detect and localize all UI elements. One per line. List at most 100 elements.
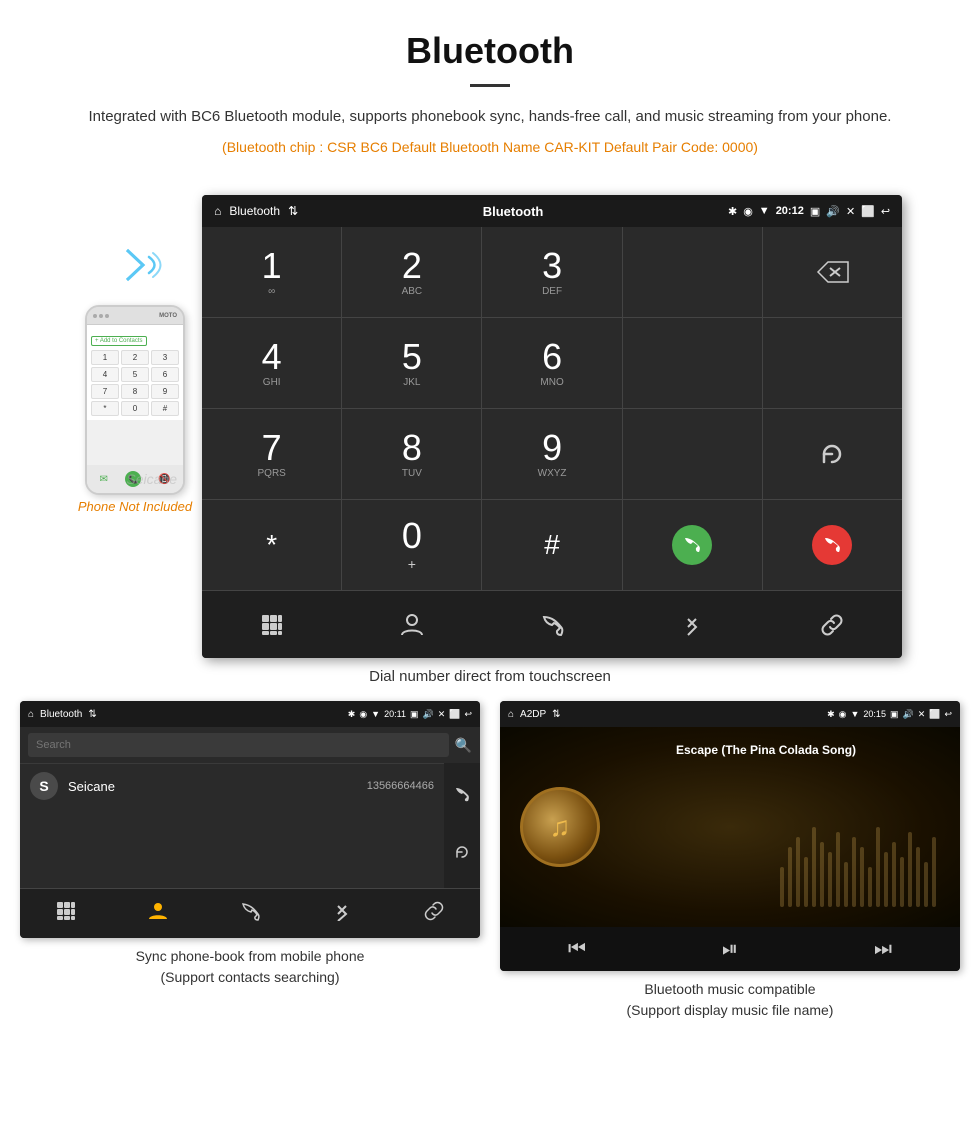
phone-msg-icon: ✉ xyxy=(100,474,108,485)
nav-grid-icon[interactable] xyxy=(260,613,284,637)
pb-back-icon[interactable]: ↩ xyxy=(464,709,472,720)
music-shot: ⌂ A2DP ⇅ ✱ ◉ ▼ 20:15 ▣ 🔊 ✕ ⬜ ↩ xyxy=(500,701,960,1021)
key-1[interactable]: 1 ∞ xyxy=(202,227,341,317)
pb-nav-grid[interactable] xyxy=(56,901,76,926)
key-1[interactable]: 1 xyxy=(91,350,119,365)
search-input[interactable] xyxy=(28,733,449,757)
key-4[interactable]: 4 xyxy=(91,367,119,382)
key-star[interactable]: * xyxy=(202,500,341,590)
prev-track-button[interactable]: ⏮ xyxy=(568,938,586,961)
pb-vol-icon[interactable]: 🔊 xyxy=(422,709,433,720)
bottom-screenshots-area: ⌂ Bluetooth ⇅ ✱ ◉ ▼ 20:11 ▣ 🔊 ✕ ⬜ ↩ xyxy=(0,701,980,1021)
pb-bt-icon: ✱ xyxy=(348,709,356,720)
key-5[interactable]: 5 xyxy=(121,367,149,382)
pb-main-content: S Seicane 13566664466 xyxy=(20,763,480,888)
key-8[interactable]: 8 xyxy=(121,384,149,399)
key-9[interactable]: 9 xyxy=(151,384,179,399)
pb-nav-phone[interactable] xyxy=(240,901,260,926)
phone-not-included-label: Phone Not Included xyxy=(78,499,192,514)
music-home-icon[interactable]: ⌂ xyxy=(508,709,514,720)
music-note-icon: ♫ xyxy=(550,811,571,843)
key-star[interactable]: * xyxy=(91,401,119,416)
call-key[interactable] xyxy=(623,500,762,590)
key-6[interactable]: 6 MNO xyxy=(482,318,621,408)
key-9[interactable]: 9 WXYZ xyxy=(482,409,621,499)
nav-phone-icon[interactable] xyxy=(540,613,564,637)
contact-number: 13566664466 xyxy=(367,780,434,792)
album-art: ♫ xyxy=(520,787,600,867)
call-icon-green xyxy=(672,525,712,565)
back-icon[interactable]: ↩ xyxy=(881,205,890,218)
music-back-icon[interactable]: ↩ xyxy=(944,709,952,720)
song-title: Escape (The Pina Colada Song) xyxy=(676,743,856,757)
music-win-icon[interactable]: ⬜ xyxy=(929,709,940,720)
status-bluetooth-label: Bluetooth xyxy=(229,204,280,218)
end-call-key[interactable] xyxy=(763,500,902,590)
phone-dot-3 xyxy=(105,314,109,318)
phonebook-shot: ⌂ Bluetooth ⇅ ✱ ◉ ▼ 20:11 ▣ 🔊 ✕ ⬜ ↩ xyxy=(20,701,480,1021)
nav-link-icon[interactable] xyxy=(820,613,844,637)
play-pause-button[interactable]: ⏯ xyxy=(722,938,738,961)
seicane-watermark: Seicane xyxy=(126,471,177,487)
key-2[interactable]: 2 xyxy=(121,350,149,365)
music-screen: ⌂ A2DP ⇅ ✱ ◉ ▼ 20:15 ▣ 🔊 ✕ ⬜ ↩ xyxy=(500,701,960,971)
volume-icon[interactable]: 🔊 xyxy=(826,205,840,218)
phone-top-bar: MOTO xyxy=(87,307,183,325)
pb-status-left: ⌂ Bluetooth ⇅ xyxy=(28,709,97,720)
phone-top-dots xyxy=(93,314,109,318)
home-icon[interactable]: ⌂ xyxy=(214,204,221,218)
key-hash[interactable]: # xyxy=(151,401,179,416)
dial-title: Bluetooth xyxy=(483,204,544,219)
key-7[interactable]: 7 xyxy=(91,384,119,399)
phone-container: MOTO + Add to Contacts 1 2 3 4 5 6 7 8 9 xyxy=(78,225,192,514)
key-4[interactable]: 4 GHI xyxy=(202,318,341,408)
dial-bottom-nav xyxy=(202,590,902,658)
delete-key[interactable] xyxy=(763,227,902,317)
key-3[interactable]: 3 DEF xyxy=(482,227,621,317)
nav-bluetooth-icon[interactable] xyxy=(680,613,704,637)
music-cam-icon[interactable]: ▣ xyxy=(890,709,899,720)
key-6[interactable]: 6 xyxy=(151,367,179,382)
pb-right-icons xyxy=(444,763,480,888)
pb-refresh-icon[interactable] xyxy=(454,844,470,865)
key-0[interactable]: 0 + xyxy=(342,500,481,590)
pb-status-bar: ⌂ Bluetooth ⇅ ✱ ◉ ▼ 20:11 ▣ 🔊 ✕ ⬜ ↩ xyxy=(20,701,480,727)
search-icon[interactable]: 🔍 xyxy=(455,737,472,754)
key-0[interactable]: 0 xyxy=(121,401,149,416)
pb-nav-link[interactable] xyxy=(424,901,444,926)
pb-close-icon[interactable]: ✕ xyxy=(438,709,446,720)
pb-nav-bt[interactable] xyxy=(332,901,352,926)
pb-call-icon[interactable] xyxy=(454,786,470,807)
pb-bottom-nav xyxy=(20,888,480,938)
key-empty-4 xyxy=(623,409,762,499)
refresh-key[interactable] xyxy=(763,409,902,499)
contact-name: Seicane xyxy=(68,779,367,794)
pb-win-icon[interactable]: ⬜ xyxy=(449,709,460,720)
key-hash[interactable]: # xyxy=(482,500,621,590)
contact-list-empty xyxy=(20,808,444,888)
keypad-area: 1 ∞ 2 ABC 3 DEF 4 GHI xyxy=(202,227,902,590)
key-7[interactable]: 7 PQRS xyxy=(202,409,341,499)
pb-cam-icon[interactable]: ▣ xyxy=(410,709,419,720)
music-close-icon[interactable]: ✕ xyxy=(918,709,926,720)
music-time: 20:15 xyxy=(863,709,886,719)
nav-person-icon[interactable] xyxy=(400,613,424,637)
window-icon[interactable]: ⬜ xyxy=(861,205,875,218)
phone-mock: MOTO + Add to Contacts 1 2 3 4 5 6 7 8 9 xyxy=(85,305,185,495)
pb-nav-person[interactable] xyxy=(148,901,168,926)
next-track-button[interactable]: ⏭ xyxy=(874,938,892,961)
music-vol-icon[interactable]: 🔊 xyxy=(902,709,913,720)
key-2[interactable]: 2 ABC xyxy=(342,227,481,317)
key-8[interactable]: 8 TUV xyxy=(342,409,481,499)
pb-home-icon[interactable]: ⌂ xyxy=(28,709,34,720)
contact-row-seicane[interactable]: S Seicane 13566664466 xyxy=(20,763,444,808)
pb-usb-icon: ⇅ xyxy=(88,709,96,720)
pb-bt-label: Bluetooth xyxy=(40,709,82,720)
camera-icon[interactable]: ▣ xyxy=(810,205,820,218)
music-controls: ⏮ ⏯ ⏭ xyxy=(500,927,960,971)
key-5[interactable]: 5 JKL xyxy=(342,318,481,408)
pb-wifi-icon: ▼ xyxy=(371,709,380,719)
key-3[interactable]: 3 xyxy=(151,350,179,365)
bt-status-icon: ✱ xyxy=(728,205,737,218)
close-icon[interactable]: ✕ xyxy=(846,205,855,218)
